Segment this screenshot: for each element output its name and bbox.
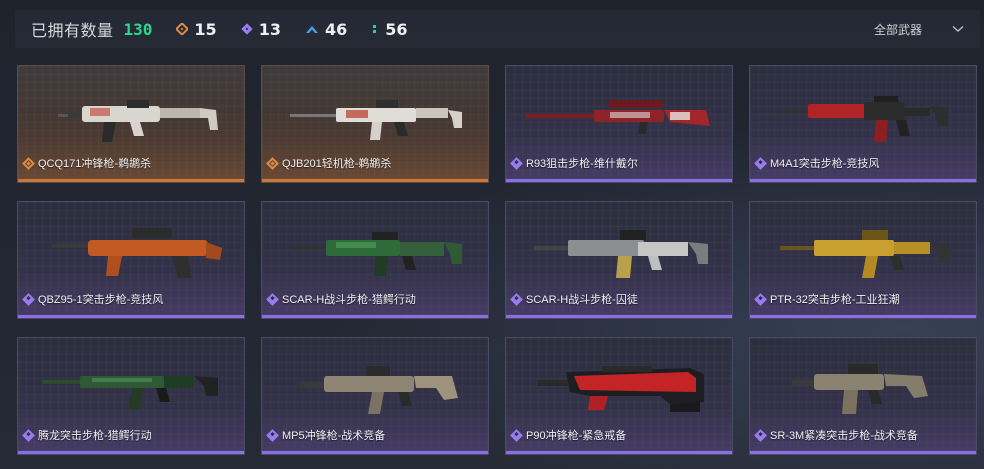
stat-count: 15	[194, 19, 217, 39]
epic-diamond-icon	[510, 156, 523, 170]
stat-green: 56	[371, 20, 407, 39]
battle-rifle-image	[294, 232, 462, 276]
bullpup-rifle-image	[52, 228, 222, 278]
epic-diamond-icon	[510, 428, 523, 442]
epic-diamond-icon	[510, 292, 523, 306]
rarity-bar	[750, 451, 976, 454]
weapon-label: QBZ95-1突击步枪-竞技风	[22, 291, 164, 307]
stat-count: 46	[324, 19, 348, 39]
epic-diamond-icon	[266, 428, 279, 442]
rarity-bar	[262, 451, 488, 454]
weapon-label: PTR-32突击步枪-工业狂潮	[754, 291, 900, 307]
weapon-card[interactable]: QCQ171冲锋枪-鹈鹕杀	[17, 65, 245, 183]
assault-rifle-image	[42, 376, 218, 410]
weapon-name: PTR-32突击步枪-工业狂潮	[770, 294, 900, 306]
weapon-name: R93狙击步枪-维什戴尔	[526, 158, 638, 170]
weapon-card[interactable]: QJB201轻机枪-鹈鹕杀	[261, 65, 489, 183]
weapon-name: M4A1突击步枪-竞技风	[770, 158, 880, 170]
blue-chevron-icon	[305, 26, 318, 33]
epic-diamond-icon	[754, 156, 767, 170]
inventory-header: 已拥有数量 130 15 13 46 56 全部武器	[15, 10, 980, 48]
epic-diamond-icon	[22, 292, 35, 306]
smg-image	[300, 366, 458, 414]
weapon-name: SCAR-H战斗步枪-囚徒	[526, 294, 638, 306]
weapon-card[interactable]: QBZ95-1突击步枪-竞技风	[17, 201, 245, 319]
weapon-card[interactable]: SCAR-H战斗步枪-囚徒	[505, 201, 733, 319]
rarity-bar	[18, 315, 244, 318]
filter-label: 全部武器	[873, 22, 922, 37]
weapon-label: QCQ171冲锋枪-鹈鹕杀	[22, 155, 152, 171]
weapon-card[interactable]: PTR-32突击步枪-工业狂潮	[749, 201, 977, 319]
stat-count: 56	[385, 19, 408, 39]
weapon-name: P90冲锋枪-紧急戒备	[526, 430, 627, 442]
weapon-label: M4A1突击步枪-竞技风	[754, 155, 880, 171]
weapon-card[interactable]: 腾龙突击步枪-猎鳄行动	[17, 337, 245, 455]
weapon-label: R93狙击步枪-维什戴尔	[510, 155, 638, 171]
rarity-bar	[262, 315, 488, 318]
legendary-diamond-icon	[22, 156, 35, 170]
rarity-bar	[506, 451, 732, 454]
rarity-bar	[262, 179, 488, 182]
chevron-down-icon	[952, 25, 964, 33]
stat-blue: 46	[305, 20, 347, 39]
rarity-bar	[18, 179, 244, 182]
weapon-card[interactable]: M4A1突击步枪-竞技风	[749, 65, 977, 183]
assault-rifle-image	[776, 96, 948, 142]
compact-rifle-image	[792, 364, 928, 414]
lmg-image	[290, 100, 462, 140]
battle-rifle-image	[534, 230, 708, 278]
rarity-bar	[750, 179, 976, 182]
weapon-name: QBZ95-1突击步枪-竞技风	[38, 294, 164, 306]
weapon-label: SCAR-H战斗步枪-囚徒	[510, 291, 638, 307]
green-dots-icon	[373, 25, 377, 33]
weapon-name: MP5冲锋枪-战术竞备	[282, 430, 386, 442]
purple-diamond-icon	[241, 23, 253, 35]
weapon-label: MP5冲锋枪-战术竞备	[266, 427, 386, 443]
weapon-card[interactable]: MP5冲锋枪-战术竞备	[261, 337, 489, 455]
owned-count: 130	[123, 19, 153, 39]
epic-diamond-icon	[754, 428, 767, 442]
rarity-bar	[750, 315, 976, 318]
weapon-card[interactable]: R93狙击步枪-维什戴尔	[505, 65, 733, 183]
weapon-label: P90冲锋枪-紧急戒备	[510, 427, 627, 443]
stat-count: 13	[258, 19, 281, 39]
weapon-name: SR-3M紧凑突击步枪-战术竞备	[770, 430, 918, 442]
weapon-card[interactable]: P90冲锋枪-紧急戒备	[505, 337, 733, 455]
weapon-card[interactable]: SCAR-H战斗步枪-猎鳄行动	[261, 201, 489, 319]
stat-orange: 15	[176, 19, 217, 39]
legendary-diamond-icon	[266, 156, 279, 170]
weapon-label: 腾龙突击步枪-猎鳄行动	[22, 427, 152, 443]
weapon-name: QCQ171冲锋枪-鹈鹕杀	[38, 158, 152, 170]
rarity-bar	[506, 315, 732, 318]
owned-label: 已拥有数量	[31, 23, 114, 40]
epic-diamond-icon	[754, 292, 767, 306]
assault-rifle-image	[780, 230, 950, 278]
weapon-grid: QCQ171冲锋枪-鹈鹕杀 QJB201轻机枪-鹈鹕杀 R93狙击步枪-维什戴尔…	[17, 65, 977, 455]
stat-purple: 13	[241, 20, 281, 39]
weapon-label: SCAR-H战斗步枪-猎鳄行动	[266, 291, 416, 307]
weapon-filter-dropdown[interactable]: 全部武器	[874, 10, 964, 48]
weapon-name: SCAR-H战斗步枪-猎鳄行动	[282, 294, 416, 306]
smg-image	[58, 100, 218, 142]
sniper-rifle-image	[526, 100, 710, 134]
weapon-label: SR-3M紧凑突击步枪-战术竞备	[754, 427, 918, 443]
epic-diamond-icon	[266, 292, 279, 306]
rarity-bar	[18, 451, 244, 454]
weapon-name: 腾龙突击步枪-猎鳄行动	[38, 430, 152, 442]
p90-smg-image	[538, 366, 704, 412]
weapon-label: QJB201轻机枪-鹈鹕杀	[266, 155, 392, 171]
rarity-bar	[506, 179, 732, 182]
orange-diamond-icon	[176, 23, 189, 35]
weapon-name: QJB201轻机枪-鹈鹕杀	[282, 158, 392, 170]
weapon-card[interactable]: SR-3M紧凑突击步枪-战术竞备	[749, 337, 977, 455]
epic-diamond-icon	[22, 428, 35, 442]
